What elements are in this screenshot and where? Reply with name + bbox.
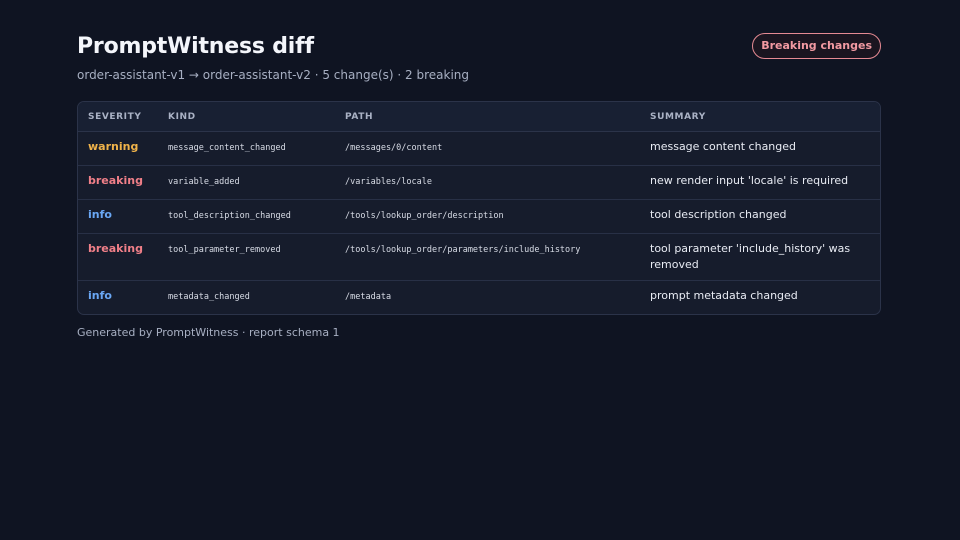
severity-label: breaking [88, 174, 143, 187]
change-path: /messages/0/content [345, 143, 443, 153]
report-header: PromptWitness diff order-assistant-v1 → … [77, 33, 881, 101]
changes-table: SEVERITY KIND PATH SUMMARY warning messa… [78, 102, 880, 314]
table-row: breaking tool_parameter_removed /tools/l… [78, 233, 880, 281]
column-header-path: PATH [335, 102, 640, 132]
change-path: /variables/locale [345, 177, 432, 187]
severity-label: info [88, 208, 112, 221]
severity-label: info [88, 289, 112, 302]
change-kind: tool_description_changed [168, 211, 291, 221]
column-header-summary: SUMMARY [640, 102, 880, 132]
table-row: info metadata_changed /metadata prompt m… [78, 281, 880, 315]
table-row: breaking variable_added /variables/local… [78, 165, 880, 200]
change-summary: message content changed [650, 140, 797, 153]
change-path: /tools/lookup_order/description [345, 211, 504, 221]
severity-label: breaking [88, 242, 143, 255]
changes-table-container: SEVERITY KIND PATH SUMMARY warning messa… [77, 101, 881, 315]
severity-label: warning [88, 140, 139, 153]
table-row: warning message_content_changed /message… [78, 131, 880, 166]
change-kind: variable_added [168, 177, 240, 187]
diff-report-page: PromptWitness diff order-assistant-v1 → … [77, 0, 881, 339]
table-header-row: SEVERITY KIND PATH SUMMARY [78, 102, 880, 132]
change-kind: metadata_changed [168, 292, 250, 302]
change-path: /tools/lookup_order/parameters/include_h… [345, 245, 581, 255]
diff-summary-subtitle: order-assistant-v1 → order-assistant-v2 … [77, 68, 470, 82]
change-path: /metadata [345, 292, 392, 302]
change-kind: message_content_changed [168, 143, 286, 153]
change-summary: tool parameter 'include_history' was rem… [650, 242, 851, 271]
table-row: info tool_description_changed /tools/loo… [78, 199, 880, 234]
column-header-severity: SEVERITY [78, 102, 158, 132]
change-summary: tool description changed [650, 208, 787, 221]
change-summary: new render input 'locale' is required [650, 174, 849, 187]
change-kind: tool_parameter_removed [168, 245, 281, 255]
breaking-changes-badge: Breaking changes [752, 33, 881, 59]
column-header-kind: KIND [158, 102, 335, 132]
change-summary: prompt metadata changed [650, 289, 798, 302]
report-footer: Generated by PromptWitness · report sche… [77, 326, 340, 339]
